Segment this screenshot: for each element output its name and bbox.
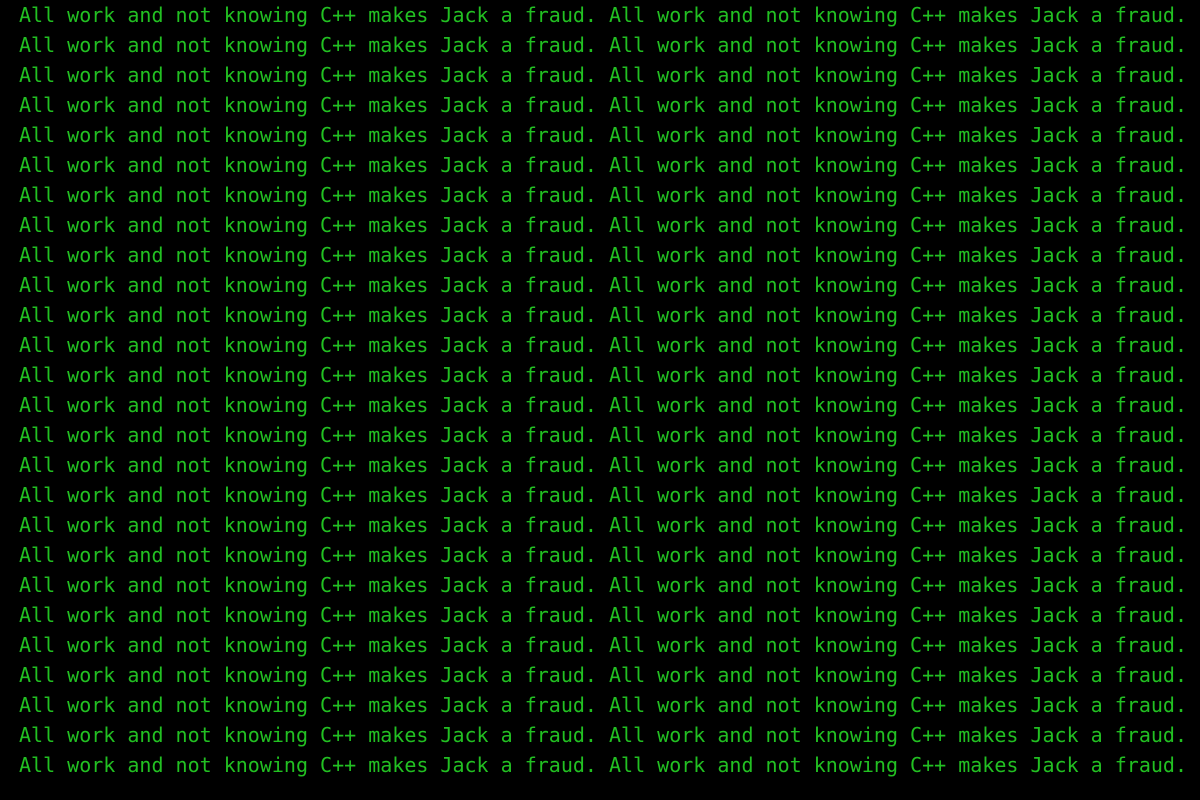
terminal-line: All work and not knowing C++ makes Jack … bbox=[19, 423, 1187, 447]
terminal-line: All work and not knowing C++ makes Jack … bbox=[19, 303, 1187, 327]
terminal-line: All work and not knowing C++ makes Jack … bbox=[19, 333, 1187, 357]
terminal-line: All work and not knowing C++ makes Jack … bbox=[19, 153, 1187, 177]
terminal-line: All work and not knowing C++ makes Jack … bbox=[19, 183, 1187, 207]
terminal-line: All work and not knowing C++ makes Jack … bbox=[19, 33, 1187, 57]
terminal-screen[interactable]: All work and not knowing C++ makes Jack … bbox=[0, 0, 1200, 800]
terminal-line: All work and not knowing C++ makes Jack … bbox=[19, 213, 1187, 237]
terminal-line: All work and not knowing C++ makes Jack … bbox=[19, 243, 1187, 267]
terminal-line: All work and not knowing C++ makes Jack … bbox=[19, 573, 1187, 597]
terminal-line: All work and not knowing C++ makes Jack … bbox=[19, 453, 1187, 477]
terminal-line: All work and not knowing C++ makes Jack … bbox=[19, 363, 1187, 387]
terminal-line: All work and not knowing C++ makes Jack … bbox=[19, 513, 1187, 537]
terminal-line: All work and not knowing C++ makes Jack … bbox=[19, 483, 1187, 507]
terminal-line: All work and not knowing C++ makes Jack … bbox=[19, 663, 1187, 687]
terminal-line: All work and not knowing C++ makes Jack … bbox=[19, 603, 1187, 627]
terminal-line: All work and not knowing C++ makes Jack … bbox=[19, 633, 1187, 657]
terminal-line: All work and not knowing C++ makes Jack … bbox=[19, 753, 1187, 777]
terminal-line: All work and not knowing C++ makes Jack … bbox=[19, 63, 1187, 87]
terminal-line: All work and not knowing C++ makes Jack … bbox=[19, 123, 1187, 147]
terminal-line: All work and not knowing C++ makes Jack … bbox=[19, 543, 1187, 567]
terminal-output[interactable]: All work and not knowing C++ makes Jack … bbox=[19, 0, 1200, 780]
terminal-line: All work and not knowing C++ makes Jack … bbox=[19, 273, 1187, 297]
terminal-line: All work and not knowing C++ makes Jack … bbox=[19, 393, 1187, 417]
terminal-line: All work and not knowing C++ makes Jack … bbox=[19, 693, 1187, 717]
terminal-line: All work and not knowing C++ makes Jack … bbox=[19, 93, 1187, 117]
terminal-line: All work and not knowing C++ makes Jack … bbox=[19, 3, 1187, 27]
terminal-line: All work and not knowing C++ makes Jack … bbox=[19, 723, 1187, 747]
